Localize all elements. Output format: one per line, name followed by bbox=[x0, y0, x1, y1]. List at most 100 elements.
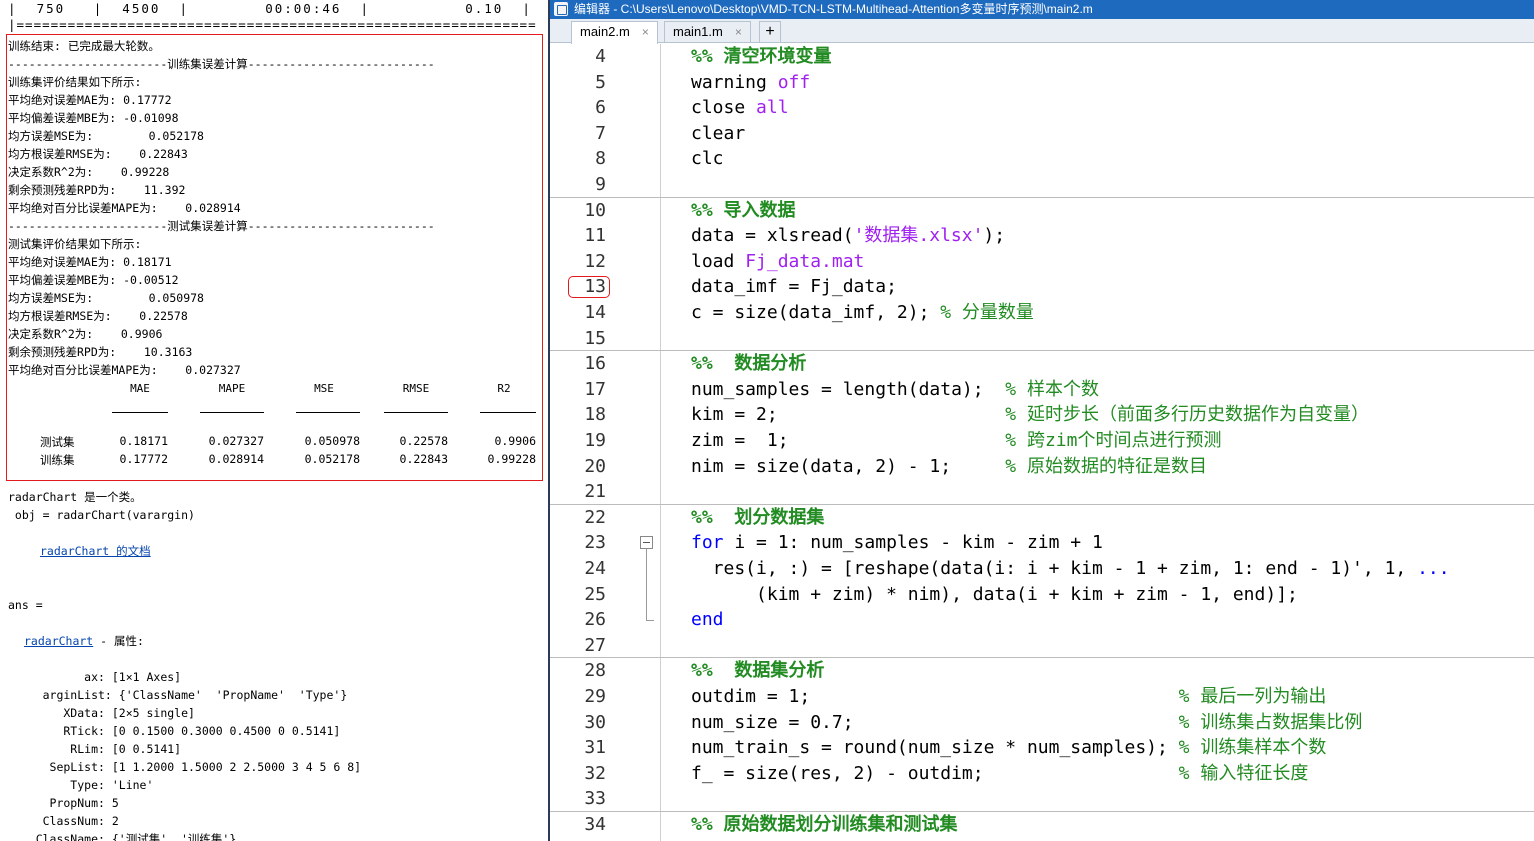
code-text[interactable]: %% 数据集分析 bbox=[691, 658, 824, 684]
close-icon[interactable]: × bbox=[642, 25, 649, 39]
line-number[interactable]: 15 bbox=[550, 326, 606, 352]
editor-window[interactable]: 编辑器 - C:\Users\Lenovo\Desktop\VMD-TCN-LS… bbox=[550, 0, 1534, 841]
code-text[interactable]: data = xlsread('数据集.xlsx'); bbox=[691, 223, 1005, 249]
line-number[interactable]: 17 bbox=[550, 377, 606, 403]
code-line[interactable]: 12 load Fj_data.mat bbox=[550, 249, 1534, 275]
code-line[interactable]: 18 kim = 2; % 延时步长（前面多行历史数据作为自变量） bbox=[550, 402, 1534, 428]
code-line[interactable]: 22 %% 划分数据集 bbox=[550, 505, 1534, 531]
line-number[interactable]: 25 bbox=[550, 582, 606, 608]
radarchart-doc-link[interactable]: radarChart 的文档 bbox=[40, 542, 151, 560]
code-line[interactable]: 34 %% 原始数据划分训练集和测试集 bbox=[550, 812, 1534, 838]
code-line[interactable]: 11 data = xlsread('数据集.xlsx'); bbox=[550, 223, 1534, 249]
line-number[interactable]: 34 bbox=[550, 812, 606, 838]
code-text[interactable]: (kim + zim) * nim), data(i + kim + zim -… bbox=[691, 582, 1298, 608]
code-text[interactable]: f_ = size(res, 2) - outdim; % 输入特征长度 bbox=[691, 761, 1308, 787]
code-line[interactable]: 26 end bbox=[550, 607, 1534, 633]
line-number[interactable]: 10 bbox=[550, 198, 606, 224]
line-number[interactable]: 5 bbox=[550, 70, 606, 96]
code-text[interactable]: %% 划分数据集 bbox=[691, 505, 824, 531]
line-number[interactable]: 23 bbox=[550, 530, 606, 556]
line-number[interactable]: 29 bbox=[550, 684, 606, 710]
code-text[interactable]: for i = 1: num_samples - kim - zim + 1 bbox=[691, 530, 1103, 556]
code-text[interactable]: %% 导入数据 bbox=[691, 198, 796, 224]
code-line[interactable]: 7 clear bbox=[550, 121, 1534, 147]
code-text[interactable]: data_imf = Fj_data; bbox=[691, 274, 897, 300]
line-number[interactable]: 18 bbox=[550, 402, 606, 428]
line-number[interactable]: 24 bbox=[550, 556, 606, 582]
code-line[interactable]: 16 %% 数据分析 bbox=[550, 351, 1534, 377]
code-text[interactable]: end bbox=[691, 607, 724, 633]
line-number[interactable]: 27 bbox=[550, 633, 606, 659]
line-number[interactable]: 7 bbox=[550, 121, 606, 147]
code-line[interactable]: 33 bbox=[550, 786, 1534, 812]
code-line[interactable]: 28 %% 数据集分析 bbox=[550, 658, 1534, 684]
code-line[interactable]: 5 warning off bbox=[550, 70, 1534, 96]
code-line[interactable]: 14 c = size(data_imf, 2); % 分量数量 bbox=[550, 300, 1534, 326]
code-line[interactable]: 24 res(i, :) = [reshape(data(i: i + kim … bbox=[550, 556, 1534, 582]
line-number[interactable]: 22 bbox=[550, 505, 606, 531]
code-line[interactable]: 20 nim = size(data, 2) - 1; % 原始数据的特征是数目 bbox=[550, 454, 1534, 480]
code-text[interactable]: clc bbox=[691, 146, 724, 172]
line-number[interactable]: 30 bbox=[550, 710, 606, 736]
tab-main1[interactable]: main1.m × bbox=[664, 21, 751, 43]
code-line[interactable]: 8 clc bbox=[550, 146, 1534, 172]
code-line[interactable]: 21 bbox=[550, 479, 1534, 505]
code-line[interactable]: 27 bbox=[550, 633, 1534, 659]
code-text[interactable]: nim = size(data, 2) - 1; % 原始数据的特征是数目 bbox=[691, 454, 1207, 480]
line-number[interactable]: 6 bbox=[550, 95, 606, 121]
code-line[interactable]: 13 data_imf = Fj_data; bbox=[550, 274, 1534, 300]
code-text[interactable]: zim = 1; % 跨zim个时间点进行预测 bbox=[691, 428, 1221, 454]
code-text[interactable]: close all bbox=[691, 95, 789, 121]
line-number[interactable]: 26 bbox=[550, 607, 606, 633]
code-line[interactable]: 31 num_train_s = round(num_size * num_sam… bbox=[550, 735, 1534, 761]
code-line[interactable]: 32 f_ = size(res, 2) - outdim; % 输入特征长度 bbox=[550, 761, 1534, 787]
code-line[interactable]: 29 outdim = 1; % 最后一列为输出 bbox=[550, 684, 1534, 710]
code-area[interactable]: 4 %% 清空环境变量 5 warning off 6 close all 7 clear 8 c… bbox=[550, 44, 1534, 841]
code-text[interactable]: %% 数据分析 bbox=[691, 351, 806, 377]
code-line[interactable]: 6 close all bbox=[550, 95, 1534, 121]
add-tab-button[interactable]: + bbox=[759, 21, 781, 43]
line-number[interactable]: 11 bbox=[550, 223, 606, 249]
code-text[interactable]: kim = 2; % 延时步长（前面多行历史数据作为自变量） bbox=[691, 402, 1369, 428]
code-text[interactable]: %% 清空环境变量 bbox=[691, 44, 832, 70]
code-text[interactable]: c = size(data_imf, 2); % 分量数量 bbox=[691, 300, 1034, 326]
code-line[interactable]: 15 bbox=[550, 326, 1534, 352]
code-line[interactable]: 17 num_samples = length(data); % 样本个数 bbox=[550, 377, 1534, 403]
table-cell: 0.18171 bbox=[119, 434, 168, 448]
code-line[interactable]: 9 bbox=[550, 172, 1534, 198]
code-text[interactable]: warning off bbox=[691, 70, 810, 96]
code-line[interactable]: 30 num_size = 0.7; % 训练集占数据集比例 bbox=[550, 710, 1534, 736]
code-line[interactable]: 19 zim = 1; % 跨zim个时间点进行预测 bbox=[550, 428, 1534, 454]
line-number[interactable]: 8 bbox=[550, 146, 606, 172]
code-text[interactable]: clear bbox=[691, 121, 745, 147]
line-number[interactable]: 20 bbox=[550, 454, 606, 480]
line-number[interactable]: 33 bbox=[550, 786, 606, 812]
fold-toggle-icon[interactable] bbox=[640, 536, 653, 550]
code-text[interactable]: num_samples = length(data); % 样本个数 bbox=[691, 377, 1099, 403]
line-number[interactable]: 21 bbox=[550, 479, 606, 505]
command-window[interactable]: | 750 | 4500 | 00:00:46 | 0.10 | |======… bbox=[0, 0, 548, 841]
line-number[interactable]: 32 bbox=[550, 761, 606, 787]
line-number[interactable]: 19 bbox=[550, 428, 606, 454]
radarchart-class-link[interactable]: radarChart bbox=[24, 634, 93, 648]
code-line[interactable]: 10 %% 导入数据 bbox=[550, 198, 1534, 224]
line-number[interactable]: 31 bbox=[550, 735, 606, 761]
code-text[interactable]: outdim = 1; % 最后一列为输出 bbox=[691, 684, 1326, 710]
line-number[interactable]: 14 bbox=[550, 300, 606, 326]
code-text[interactable]: res(i, :) = [reshape(data(i: i + kim - 1… bbox=[691, 556, 1450, 582]
code-line[interactable]: 25 (kim + zim) * nim), data(i + kim + zi… bbox=[550, 582, 1534, 608]
line-number[interactable]: 12 bbox=[550, 249, 606, 275]
line-number[interactable]: 16 bbox=[550, 351, 606, 377]
code-text[interactable]: num_train_s = round(num_size * num_sampl… bbox=[691, 735, 1326, 761]
code-line[interactable]: 23 for i = 1: num_samples - kim - zim + 1 bbox=[550, 530, 1534, 556]
line-number[interactable]: 9 bbox=[550, 172, 606, 198]
breakpoint-marker[interactable] bbox=[568, 276, 610, 299]
code-text[interactable]: load Fj_data.mat bbox=[691, 249, 864, 275]
code-text[interactable]: %% 原始数据划分训练集和测试集 bbox=[691, 812, 958, 838]
code-text[interactable]: num_size = 0.7; % 训练集占数据集比例 bbox=[691, 710, 1362, 736]
line-number[interactable]: 4 bbox=[550, 44, 606, 70]
code-line[interactable]: 4 %% 清空环境变量 bbox=[550, 44, 1534, 70]
close-icon[interactable]: × bbox=[735, 25, 742, 39]
tab-main2[interactable]: main2.m × bbox=[571, 21, 658, 44]
line-number[interactable]: 28 bbox=[550, 658, 606, 684]
